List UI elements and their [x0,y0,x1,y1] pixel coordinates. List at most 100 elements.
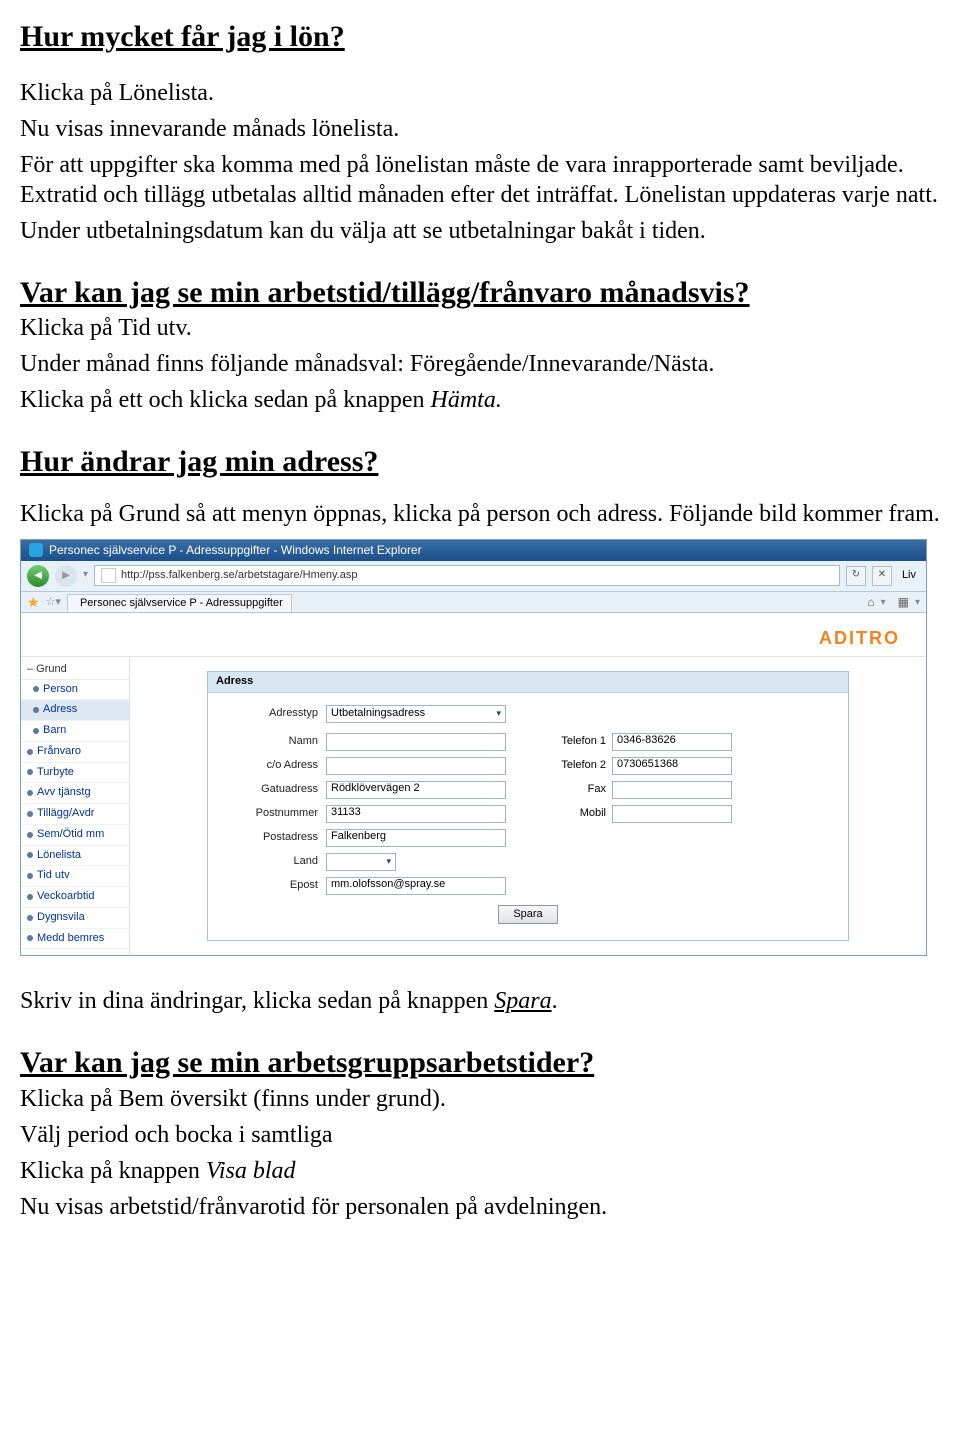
tab-title: Personec självservice P - Adressuppgifte… [80,597,283,611]
para: Nu visas innevarande månads lönelista. [20,114,940,144]
heading-change-address: Hur ändrar jag min adress? [20,443,940,481]
select-land[interactable]: ▾ [326,853,396,871]
search-provider-label[interactable]: Liv [898,569,920,583]
bullet-icon [33,728,39,734]
input-postnummer[interactable]: 31133 [326,805,506,823]
sidebar-item-label: Turbyte [37,766,74,780]
site-favicon-icon [101,568,116,583]
bullet-icon [27,915,33,921]
heading-group-worktimes: Var kan jag se min arbetsgruppsarbetstid… [20,1044,940,1082]
sidebar-item-label: Frånvaro [37,745,81,759]
bullet-icon [33,686,39,692]
label-mobil: Mobil [506,807,612,821]
sidebar-item-veckoarbtid[interactable]: Veckoarbtid [21,887,129,908]
text: Skriv in dina ändringar, klicka sedan på… [20,988,494,1014]
refresh-button[interactable]: ↻ [846,566,866,586]
para: För att uppgifter ska komma med på lönel… [20,150,940,210]
input-co-adress[interactable] [326,757,506,775]
chevron-down-icon: ▾ [386,856,391,867]
label-adresstyp: Adresstyp [226,707,326,721]
address-bar[interactable]: http://pss.falkenberg.se/arbetstagare/Hm… [94,565,840,586]
save-button[interactable]: Spara [498,905,557,925]
input-telefon2[interactable]: 0730651368 [612,757,732,775]
button-name-emphasis: Visa blad [206,1158,296,1184]
sidebar-item-lonelista[interactable]: Lönelista [21,846,129,867]
sidebar-item-franvaro[interactable]: Frånvaro [21,742,129,763]
forward-button[interactable]: ► [55,565,77,587]
bullet-icon [27,811,33,817]
chevron-down-icon: ▾ [496,708,501,719]
sidebar-item-tid-utv[interactable]: Tid utv [21,866,129,887]
sidebar-item-barn[interactable]: Barn [21,721,129,742]
sidebar-item-dygnsvila[interactable]: Dygnsvila [21,908,129,929]
select-value: Utbetalningsadress [331,707,425,721]
input-fax[interactable] [612,781,732,799]
sidebar-item-medd-bemres[interactable]: Medd bemres [21,929,129,950]
label-co-adress: c/o Adress [226,759,326,773]
input-namn[interactable] [326,733,506,751]
favorites-dropdown-icon[interactable]: ☆▾ [46,596,61,610]
para: Klicka på ett och klicka sedan på knappe… [20,385,940,415]
sidebar-item-label: Tid utv [37,869,70,883]
stop-button[interactable]: ✕ [872,566,892,586]
browser-window: Personec självservice P - Adressuppgifte… [20,539,927,957]
input-mobil[interactable] [612,805,732,823]
feeds-icon[interactable]: ▦ [892,595,909,610]
back-button[interactable]: ◄ [27,565,49,587]
para: Klicka på Grund så att menyn öppnas, kli… [20,499,940,529]
bullet-icon [27,873,33,879]
text: . [552,988,558,1014]
sidebar-item-label: Medd bemres [37,932,104,946]
url-text: http://pss.falkenberg.se/arbetstagare/Hm… [121,569,357,583]
logo-row: ADITRO [21,613,926,657]
dropdown-icon[interactable]: ▾ [83,569,88,582]
sidebar-item-person[interactable]: Person [21,680,129,701]
sidebar-item-label: Adress [43,703,77,717]
label-telefon1: Telefon 1 [506,735,612,749]
label-fax: Fax [506,783,612,797]
sidebar-item-avv-tjanstg[interactable]: Avv tjänstg [21,783,129,804]
para: Klicka på knappen Visa blad [20,1156,940,1186]
para: Välj period och bocka i samtliga [20,1120,940,1150]
sidebar-item-sem-otid[interactable]: Sem/Ötid mm [21,825,129,846]
bullet-icon [27,832,33,838]
bullet-icon [33,707,39,713]
text: Klicka på knappen [20,1158,206,1184]
sidebar-item-label: Barn [43,724,66,738]
browser-tabstrip: ★ ☆▾ Personec självservice P - Adressupp… [21,592,926,614]
input-telefon1[interactable]: 0346-83626 [612,733,732,751]
favorites-star-icon[interactable]: ★ [27,594,40,612]
label-gatuadress: Gatuadress [226,783,326,797]
label-epost: Epost [226,879,326,893]
embedded-screenshot: Personec självservice P - Adressuppgifte… [20,539,940,957]
label-postadress: Postadress [226,831,326,845]
chevron-down-icon[interactable]: ▾ [881,597,886,610]
input-gatuadress[interactable]: Rödklövervägen 2 [326,781,506,799]
para: Klicka på Lönelista. [20,78,940,108]
sidebar-item-adress[interactable]: Adress [21,700,129,721]
sidebar: – Grund Person Adress Barn Frånvaro Turb… [21,657,130,956]
sidebar-item-tillagg-avdr[interactable]: Tillägg/Avdr [21,804,129,825]
window-titlebar: Personec självservice P - Adressuppgifte… [21,540,926,561]
bullet-icon [27,769,33,775]
sidebar-item-label: Avv tjänstg [37,786,91,800]
bullet-icon [27,935,33,941]
label-telefon2: Telefon 2 [506,759,612,773]
bullet-icon [27,749,33,755]
sidebar-item-turbyte[interactable]: Turbyte [21,763,129,784]
sidebar-item-label: Tillägg/Avdr [37,807,94,821]
browser-navbar: ◄ ► ▾ http://pss.falkenberg.se/arbetstag… [21,561,926,592]
sidebar-item-label: Dygnsvila [37,911,85,925]
select-adresstyp[interactable]: Utbetalningsadress ▾ [326,705,506,723]
sidebar-item-label: Sem/Ötid mm [37,828,104,842]
para: Under månad finns följande månadsval: Fö… [20,349,940,379]
label-namn: Namn [226,735,326,749]
bullet-icon [27,790,33,796]
input-postadress[interactable]: Falkenberg [326,829,506,847]
para: Klicka på Bem översikt (finns under grun… [20,1084,940,1114]
sidebar-header-grund[interactable]: – Grund [21,661,129,680]
input-epost[interactable]: mm.olofsson@spray.se [326,877,506,895]
home-icon[interactable]: ⌂ [867,595,874,610]
browser-tab[interactable]: Personec självservice P - Adressuppgifte… [67,594,292,613]
chevron-down-icon[interactable]: ▾ [915,597,920,610]
